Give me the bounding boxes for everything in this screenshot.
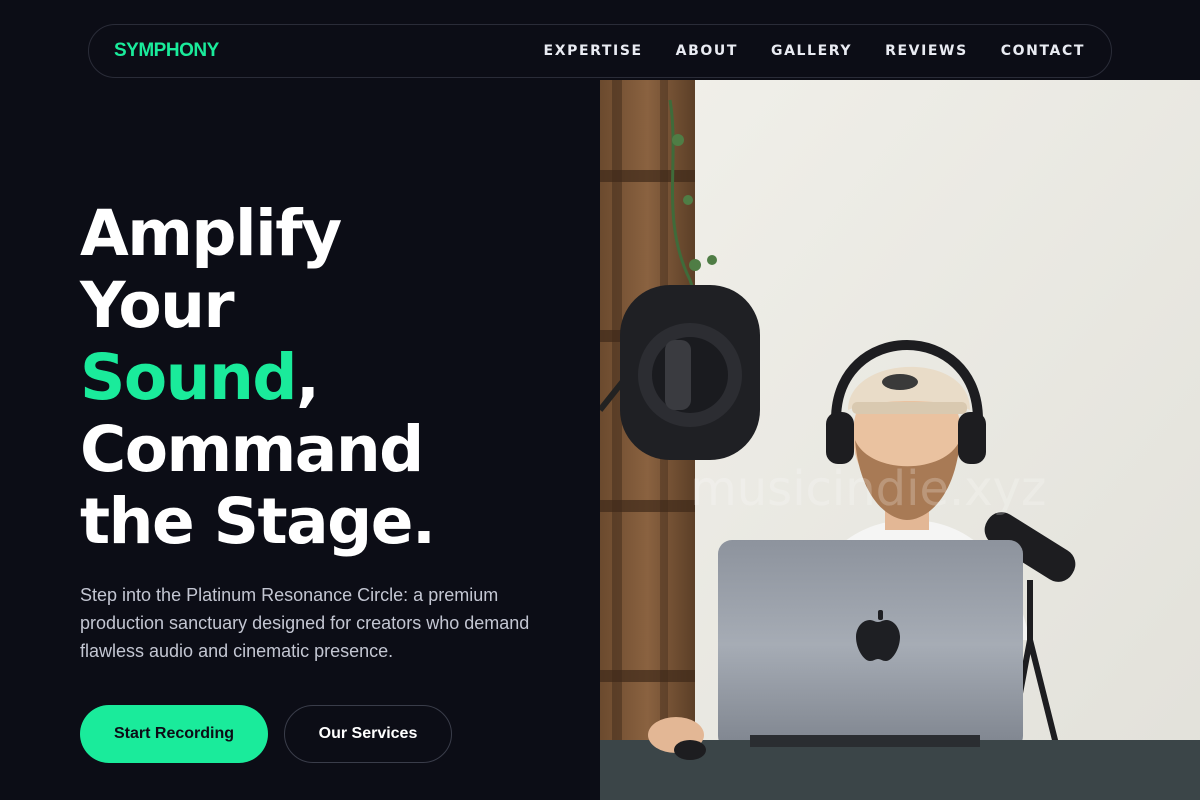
nav-links: EXPERTISE ABOUT GALLERY REVIEWS CONTACT [544, 43, 1085, 59]
hero-subtitle: Step into the Platinum Resonance Circle:… [80, 585, 530, 661]
watermark-text: musicindie.xyz [690, 461, 1046, 517]
hero-photo: musicindie.xyz [600, 80, 1200, 800]
hero-title-line-1: Amplify [80, 197, 342, 270]
brand-logo[interactable]: SYMPHONY [114, 40, 219, 62]
top-navigation: SYMPHONY EXPERTISE ABOUT GALLERY REVIEWS… [88, 24, 1112, 78]
music-producer-photo: musicindie.xyz [600, 80, 1200, 800]
hero-title-line-4: Command [80, 413, 424, 486]
nav-link-contact[interactable]: CONTACT [1001, 43, 1085, 59]
hero-title-line-2: Your [80, 269, 235, 342]
nav-link-expertise[interactable]: EXPERTISE [544, 43, 643, 59]
hero-title-line-5: the Stage. [80, 485, 436, 558]
nav-link-gallery[interactable]: GALLERY [771, 43, 852, 59]
start-recording-button[interactable]: Start Recording [80, 705, 268, 763]
hero-title: Amplify Your Sound, Command the Stage. [80, 198, 580, 558]
hero-title-accent-word: Sound [80, 341, 297, 414]
hero-title-comma: , [295, 341, 320, 414]
our-services-button[interactable]: Our Services [284, 705, 452, 763]
nav-link-reviews[interactable]: REVIEWS [885, 43, 968, 59]
nav-link-about[interactable]: ABOUT [676, 43, 738, 59]
hero-title-line-3: Sound, [80, 342, 580, 414]
landing-page: SYMPHONY EXPERTISE ABOUT GALLERY REVIEWS… [0, 0, 1200, 800]
